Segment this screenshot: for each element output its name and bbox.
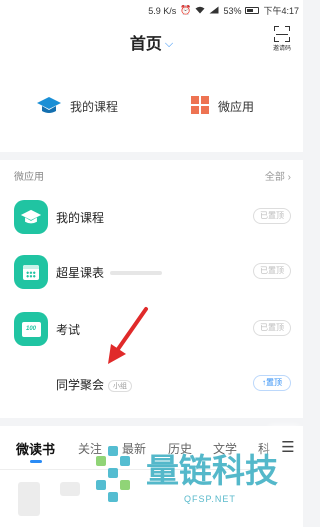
battery-percent: 53% [223,5,242,16]
pinned-button[interactable]: 已置顶 [253,263,291,279]
chevron-down-icon: ⌵ [164,38,174,50]
app-name: 我的课程 [56,211,105,225]
pinned-button[interactable]: 已置顶 [253,320,291,336]
signal-icon [209,6,219,16]
group-tag: 小组 [108,380,133,392]
app-name: 超星课表 [56,266,105,280]
status-bar: 5.9 K/s ⏰ 53% 下午4:17 [0,0,303,20]
section-header: 微应用 全部 › [0,168,303,184]
content-placeholder [60,482,80,496]
content-placeholder [18,482,40,516]
graduation-cap-icon [14,200,48,234]
app-row-exam[interactable]: 100 考试 已置顶 [0,310,303,350]
battery-icon [245,7,260,14]
scan-icon [274,26,290,42]
watermark-text: 量链科技 [146,451,278,490]
grid-icon [190,95,210,118]
pinned-button[interactable]: 已置顶 [253,208,291,224]
divider [110,271,162,275]
top-header: 首页 ⌵ 邀请码 [0,20,303,62]
micro-apps-shortcut[interactable]: 微应用 [156,88,292,124]
invite-code-label: 邀请码 [272,46,291,52]
clock: 下午4:17 [263,6,299,16]
calendar-icon [14,255,48,289]
status-indicators: 5.9 K/s ⏰ 53% 下午4:17 [148,4,299,17]
micro-apps-shortcut-label: 微应用 [218,99,255,114]
my-courses-shortcut[interactable]: 我的课程 [14,88,150,124]
app-row-classmate-reunion[interactable]: 同学聚会 小组 ↑置顶 [0,365,303,405]
app-row-course-schedule[interactable]: 超星课表 已置顶 [0,253,303,293]
watermark-logo-icon [96,446,130,502]
tab-weidushu[interactable]: 微读书 [16,439,55,458]
section-title: 微应用 [14,172,44,183]
wifi-icon [195,6,205,16]
app-name: 考试 [56,323,81,337]
alarm-icon: ⏰ [180,5,192,15]
exam-icon-text: 100 [21,321,41,337]
pin-to-top-button[interactable]: ↑置顶 [253,375,291,391]
app-name-text: 同学聚会 [56,378,105,392]
page-title-switcher[interactable]: 首页 ⌵ [0,30,303,54]
app-name: 同学聚会 小组 [56,376,133,393]
micro-apps-card: 微应用 全部 › 我的课程 已置顶 超星课表 已置顶 100 考试 已置顶 同学… [0,160,303,418]
quick-actions-card: 我的课程 微应用 [0,62,303,152]
active-tab-indicator [30,460,42,463]
page-title: 首页 [129,36,162,53]
net-speed: 5.9 K/s [148,5,177,16]
exam-icon: 100 [14,312,48,346]
graduation-cap-icon [36,96,62,116]
invite-code-button[interactable]: 邀请码 [271,26,293,52]
watermark-logo: 量链科技 QFSP.NET [86,438,302,526]
red-arrow-annotation [108,307,148,364]
view-all-link[interactable]: 全部 › [265,168,291,183]
app-row-my-courses[interactable]: 我的课程 已置顶 [0,198,303,238]
watermark-url: QFSP.NET [184,494,236,504]
my-courses-shortcut-label: 我的课程 [70,99,119,114]
